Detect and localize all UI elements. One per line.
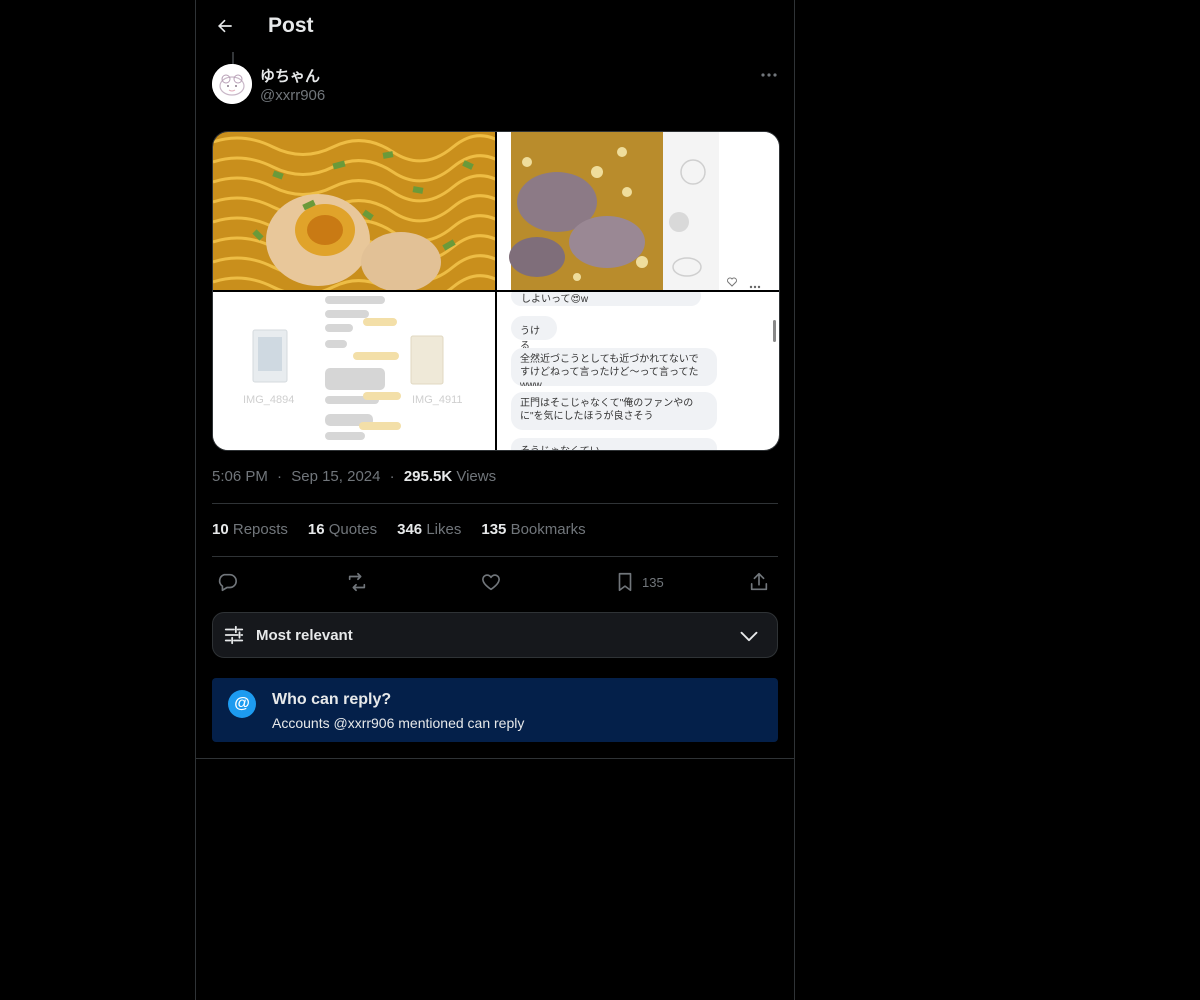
views-label: Views: [456, 468, 497, 485]
bookmark-button[interactable]: 135: [614, 570, 664, 594]
bookmark-icon: [618, 572, 632, 592]
bookmarks-label: Bookmarks: [510, 521, 586, 538]
likes-stat[interactable]: 346 Likes: [397, 521, 461, 538]
sliders-icon: [224, 625, 244, 645]
likes-label: Likes: [426, 521, 462, 538]
like-button[interactable]: [480, 570, 502, 594]
author-handle[interactable]: @xxrr906: [260, 87, 325, 104]
media-grid: IMG_4894 IMG_4911 しよいって😍w うける 全然近づこうとしても…: [212, 131, 780, 451]
heart-icon: [482, 574, 500, 591]
media-photo-2[interactable]: [497, 132, 779, 290]
file-name-right: IMG_4911: [412, 394, 463, 406]
chat-bubble: 正門はそこじゃなくて"俺のファンやのに"を気にしたほうが良さそう: [511, 392, 717, 430]
quotes-label: Quotes: [328, 521, 378, 538]
bookmarks-stat[interactable]: 135 Bookmarks: [481, 521, 585, 538]
ramen-photo: [213, 132, 495, 290]
reply-button[interactable]: [216, 570, 238, 594]
avatar[interactable]: [212, 64, 252, 104]
avatar-image: [212, 64, 252, 104]
chevron-down-icon: [740, 631, 758, 642]
file-name-left: IMG_4894: [243, 394, 294, 406]
action-bar: 135: [212, 566, 778, 598]
post-column: Post ゆちゃん @xxrr906 IMG_4894 IMG_4911 しよい…: [195, 0, 795, 1000]
media-photo-1[interactable]: [213, 132, 495, 290]
engagement-stats: 10 Reposts 16 Quotes 346 Likes 135 Bookm…: [212, 521, 586, 538]
page-title: Post: [268, 14, 314, 37]
thread-line: [232, 52, 234, 64]
quotes-count: 16: [307, 521, 325, 538]
rice-bowl-photo: [497, 132, 779, 290]
post-date[interactable]: Sep 15, 2024: [291, 468, 380, 485]
divider: [212, 556, 778, 557]
views-count: 295.5K: [403, 468, 453, 485]
arrow-left-icon: [218, 19, 232, 33]
chat-bubble: しよいって😍w: [511, 292, 701, 306]
back-button[interactable]: [208, 9, 242, 43]
reposts-label: Reposts: [232, 521, 288, 538]
media-photo-4[interactable]: しよいって😍w うける 全然近づこうとしても近づかれてないですけどねって言ったけ…: [497, 292, 779, 450]
reply-notice-title: Who can reply?: [272, 691, 392, 708]
reposts-count: 10: [212, 521, 229, 538]
bookmark-count: 135: [642, 574, 664, 590]
reposts-stat[interactable]: 10 Reposts: [212, 521, 288, 538]
reply-sort-dropdown[interactable]: Most relevant: [212, 612, 778, 658]
repost-button[interactable]: [346, 570, 368, 594]
post-time[interactable]: 5:06 PM: [212, 468, 268, 485]
scrollbar: [773, 320, 776, 342]
media-photo-3[interactable]: IMG_4894 IMG_4911: [213, 292, 495, 450]
divider: [212, 503, 778, 504]
share-icon: [750, 572, 768, 591]
share-button[interactable]: [748, 570, 770, 594]
reply-notice-subtitle: Accounts @xxrr906 mentioned can reply: [272, 715, 525, 731]
meta-separator: ·: [389, 468, 395, 485]
divider: [196, 758, 794, 759]
bookmarks-count: 135: [481, 521, 507, 538]
more-icon: [749, 285, 761, 289]
chat-bubble: うける: [511, 316, 557, 352]
sort-label: Most relevant: [256, 627, 353, 644]
chat-bubble: 全然近づこうとしても近づかれてないですけどねって言ったけど〜って言ってたwww: [511, 348, 717, 386]
chat-screenshot-photo: IMG_4894 IMG_4911: [213, 292, 495, 450]
repost-icon: [348, 572, 366, 592]
chat-bubble: そうじゃなくてい…: [511, 438, 717, 450]
header: Post: [196, 0, 794, 54]
meta-separator: ·: [277, 468, 283, 485]
reply-restriction-notice: @ Who can reply? Accounts @xxrr906 menti…: [212, 678, 778, 742]
reply-icon: [218, 573, 237, 592]
more-options-button[interactable]: [756, 64, 782, 86]
quotes-stat[interactable]: 16 Quotes: [308, 521, 377, 538]
more-icon: [761, 73, 777, 77]
post-meta: 5:06 PM · Sep 15, 2024 · 295.5K Views: [212, 468, 496, 485]
likes-count: 346: [397, 521, 423, 538]
at-sign-icon: @: [228, 690, 256, 718]
author-display-name[interactable]: ゆちゃん: [260, 65, 320, 86]
